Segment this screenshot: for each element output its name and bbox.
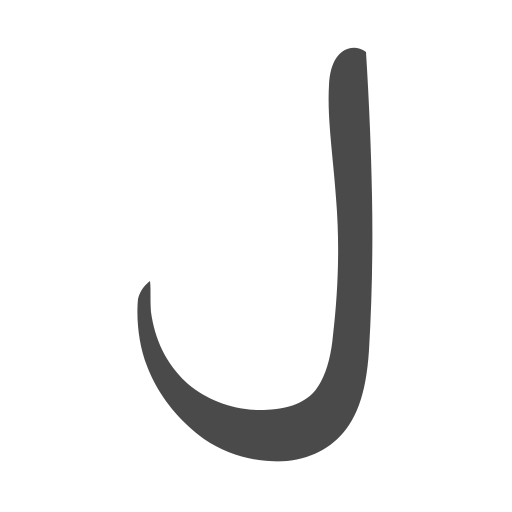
glyph-canvas xyxy=(0,0,512,512)
arabic-letter-lam-glyph xyxy=(137,47,373,462)
lam-glyph-shape xyxy=(137,47,373,462)
